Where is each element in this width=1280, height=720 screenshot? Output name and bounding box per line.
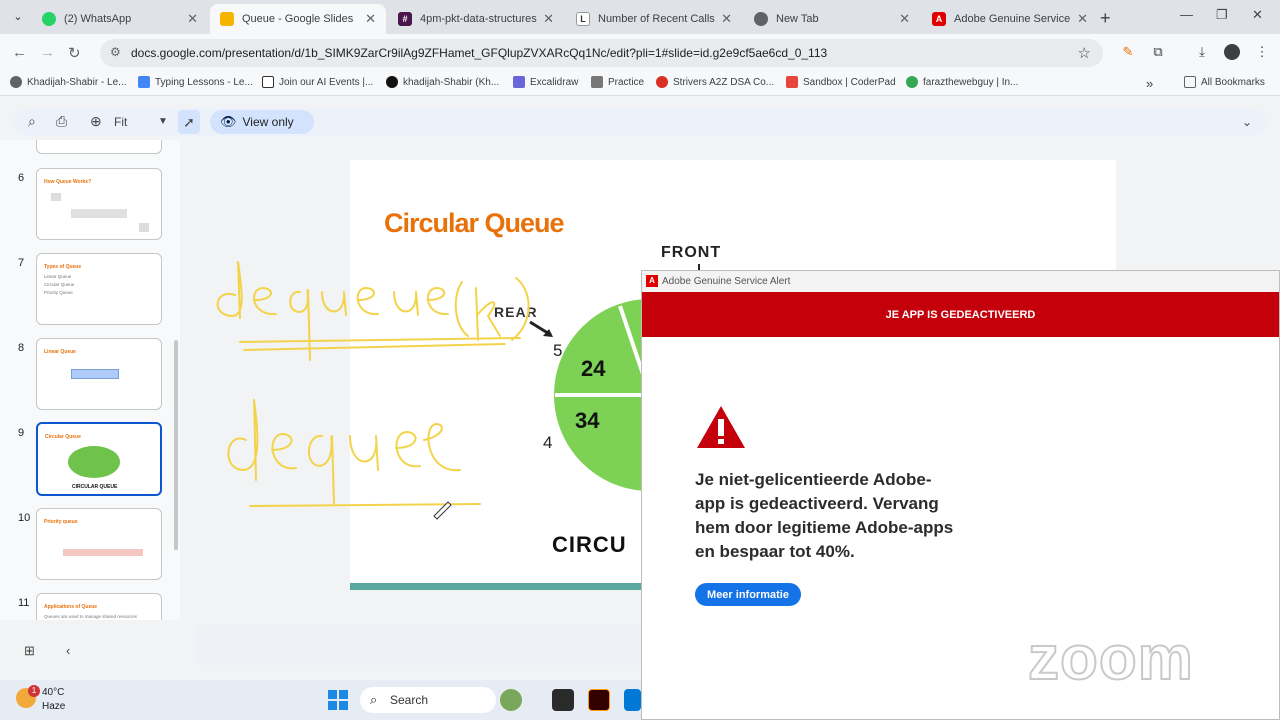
adobe-alert-titlebar[interactable]: A Adobe Genuine Service Alert [642,271,1279,292]
windows-taskbar: 1 40°C Haze ⌕ Search [0,680,641,720]
adobe-banner-text: JE APP IS GEDEACTIVEERD [885,308,1036,321]
weather-badge: 1 [28,685,40,697]
queue-value: 34 [575,408,600,433]
illustrator-icon[interactable] [588,689,610,711]
widgets-icon[interactable] [500,689,522,711]
more-info-label: Meer informatie [707,588,789,601]
terminal-icon[interactable] [552,689,574,711]
taskbar-search-label: Search [390,693,429,707]
queue-index: 4 [543,433,553,452]
queue-value: 24 [581,356,606,381]
front-label: FRONT [661,244,722,261]
taskbar-search[interactable]: ⌕ Search [360,687,496,713]
queue-index: 5 [553,341,563,360]
slide-footer-text: CIRCU [552,532,627,557]
rear-label: REAR [494,304,538,320]
zoom-watermark: zoom [1027,623,1194,694]
temperature[interactable]: 40°C [42,687,64,698]
warning-icon [697,406,745,448]
slide-title: Circular Queue [384,208,565,238]
adobe-alert-message: Je niet-gelicentieerde Adobe-app is gede… [695,470,954,561]
adobe-alert-title: Adobe Genuine Service Alert [662,276,791,287]
more-info-button[interactable]: Meer informatie [695,583,801,606]
adobe-logo-icon: A [646,275,658,287]
app-icon[interactable] [624,689,641,711]
weather-condition[interactable]: Haze [42,701,65,712]
adobe-alert-banner: JE APP IS GEDEACTIVEERD [642,292,1279,337]
windows-start-icon[interactable] [328,690,348,710]
adobe-alert-window: A Adobe Genuine Service Alert JE APP IS … [641,270,1280,720]
search-icon: ⌕ [370,692,378,707]
